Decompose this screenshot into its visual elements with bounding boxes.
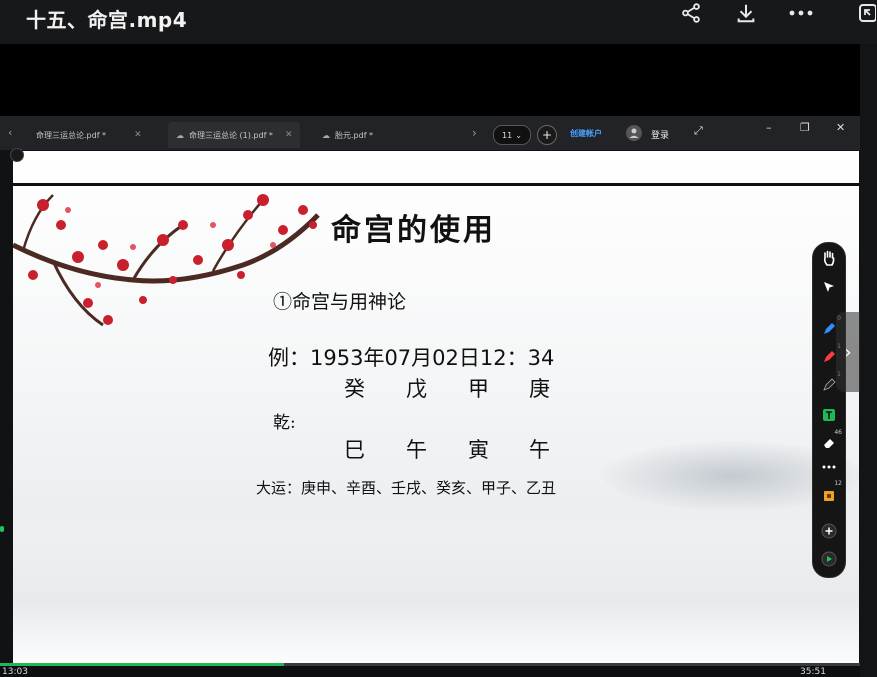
status-indicator (0, 526, 4, 532)
exit-fullscreen-icon[interactable] (855, 0, 877, 26)
earthly-branch: 巳 (344, 438, 365, 462)
birth-date-example: 例：1953年07月02日12：34 (268, 346, 555, 370)
create-account-link[interactable]: 创建帐户 (570, 128, 602, 139)
slide-title: 命宫的使用 (331, 213, 496, 248)
more-tools-icon[interactable] (819, 457, 839, 477)
slide-subtitle: ①命宫与用神论 (273, 291, 407, 313)
video-progress-bar[interactable] (0, 663, 860, 666)
total-time: 35:51 (800, 667, 826, 677)
eraser-icon[interactable]: 46 (819, 429, 842, 453)
heavenly-stem: 戊 (406, 377, 427, 401)
progress-fill (0, 663, 284, 666)
tab-label: 命理三运总论 (1).pdf * (189, 130, 273, 140)
text-tool-icon[interactable] (819, 405, 839, 425)
player-top-bar: 十五、命宫.mp4 (0, 0, 877, 44)
tab-scroll-right-icon[interactable]: › (472, 126, 477, 140)
page-handle-icon[interactable] (10, 148, 24, 162)
hand-tool-icon[interactable] (819, 248, 839, 268)
avatar[interactable] (626, 125, 642, 141)
share-icon[interactable] (673, 0, 709, 26)
record-icon[interactable] (819, 549, 839, 569)
earthly-branch: 午 (406, 438, 427, 462)
pointer-tool-icon[interactable] (819, 277, 839, 297)
minimize-icon[interactable]: – (766, 121, 772, 134)
add-tool-button[interactable] (819, 521, 839, 541)
qian-label: 乾: (273, 413, 296, 433)
tab-sanyun-1[interactable]: ☁ 命理三运总论 (1).pdf * ✕ (168, 122, 301, 148)
close-window-icon[interactable]: ✕ (836, 121, 845, 134)
earthly-branch: 午 (529, 438, 550, 462)
more-icon[interactable] (783, 0, 819, 26)
heavenly-stem: 庚 (529, 377, 550, 401)
player-side-strip (860, 44, 877, 677)
cloud-icon: ☁ (176, 130, 184, 140)
login-button[interactable]: 登录 (651, 128, 669, 141)
video-title: 十五、命宫.mp4 (26, 8, 188, 32)
pdf-page: 命宫的使用 ①命宫与用神论 例：1953年07月02日12：34 癸 戊 甲 庚… (13, 151, 859, 663)
dayun-line: 大运：庚申、辛酉、壬戌、癸亥、甲子、乙丑 (256, 479, 557, 497)
tab-taiyuan[interactable]: ☁ 胎元.pdf * (322, 122, 373, 148)
tab-scroll-left-icon[interactable]: ‹ (8, 126, 12, 139)
chevron-down-icon: ⌄ (515, 130, 522, 140)
cloud-icon: ☁ (322, 130, 330, 140)
new-tab-button[interactable]: + (537, 125, 557, 145)
mist-decoration (13, 531, 859, 663)
tool-badge: 12 (834, 480, 842, 487)
download-icon[interactable] (728, 0, 764, 26)
close-icon[interactable]: ✕ (134, 130, 142, 140)
maximize-icon[interactable]: ❐ (800, 121, 810, 134)
tab-count-dropdown[interactable]: 11 ⌄ (493, 125, 531, 145)
earthly-branch: 寅 (468, 438, 489, 462)
panel-expand-chevron-icon[interactable]: › (836, 312, 860, 392)
current-time: 13:03 (2, 667, 28, 677)
tab-label: 命理三运总论.pdf * (36, 130, 107, 140)
close-icon[interactable]: ✕ (285, 130, 293, 140)
annotation-toolbar: 0 1 1 46 12 (812, 242, 846, 578)
tab-sanyun[interactable]: 命理三运总论.pdf * ✕ (36, 122, 142, 148)
expand-icon[interactable]: ⤢ (694, 124, 703, 138)
shapes-tool-icon[interactable]: 12 (819, 480, 842, 505)
video-letterbox (0, 44, 860, 116)
plus-icon: + (541, 128, 553, 142)
tab-label: 胎元.pdf * (335, 130, 374, 140)
heavenly-stem: 癸 (344, 377, 365, 401)
tool-badge: 46 (834, 429, 842, 436)
tab-count: 11 (502, 130, 513, 140)
heavenly-stem: 甲 (468, 377, 489, 401)
